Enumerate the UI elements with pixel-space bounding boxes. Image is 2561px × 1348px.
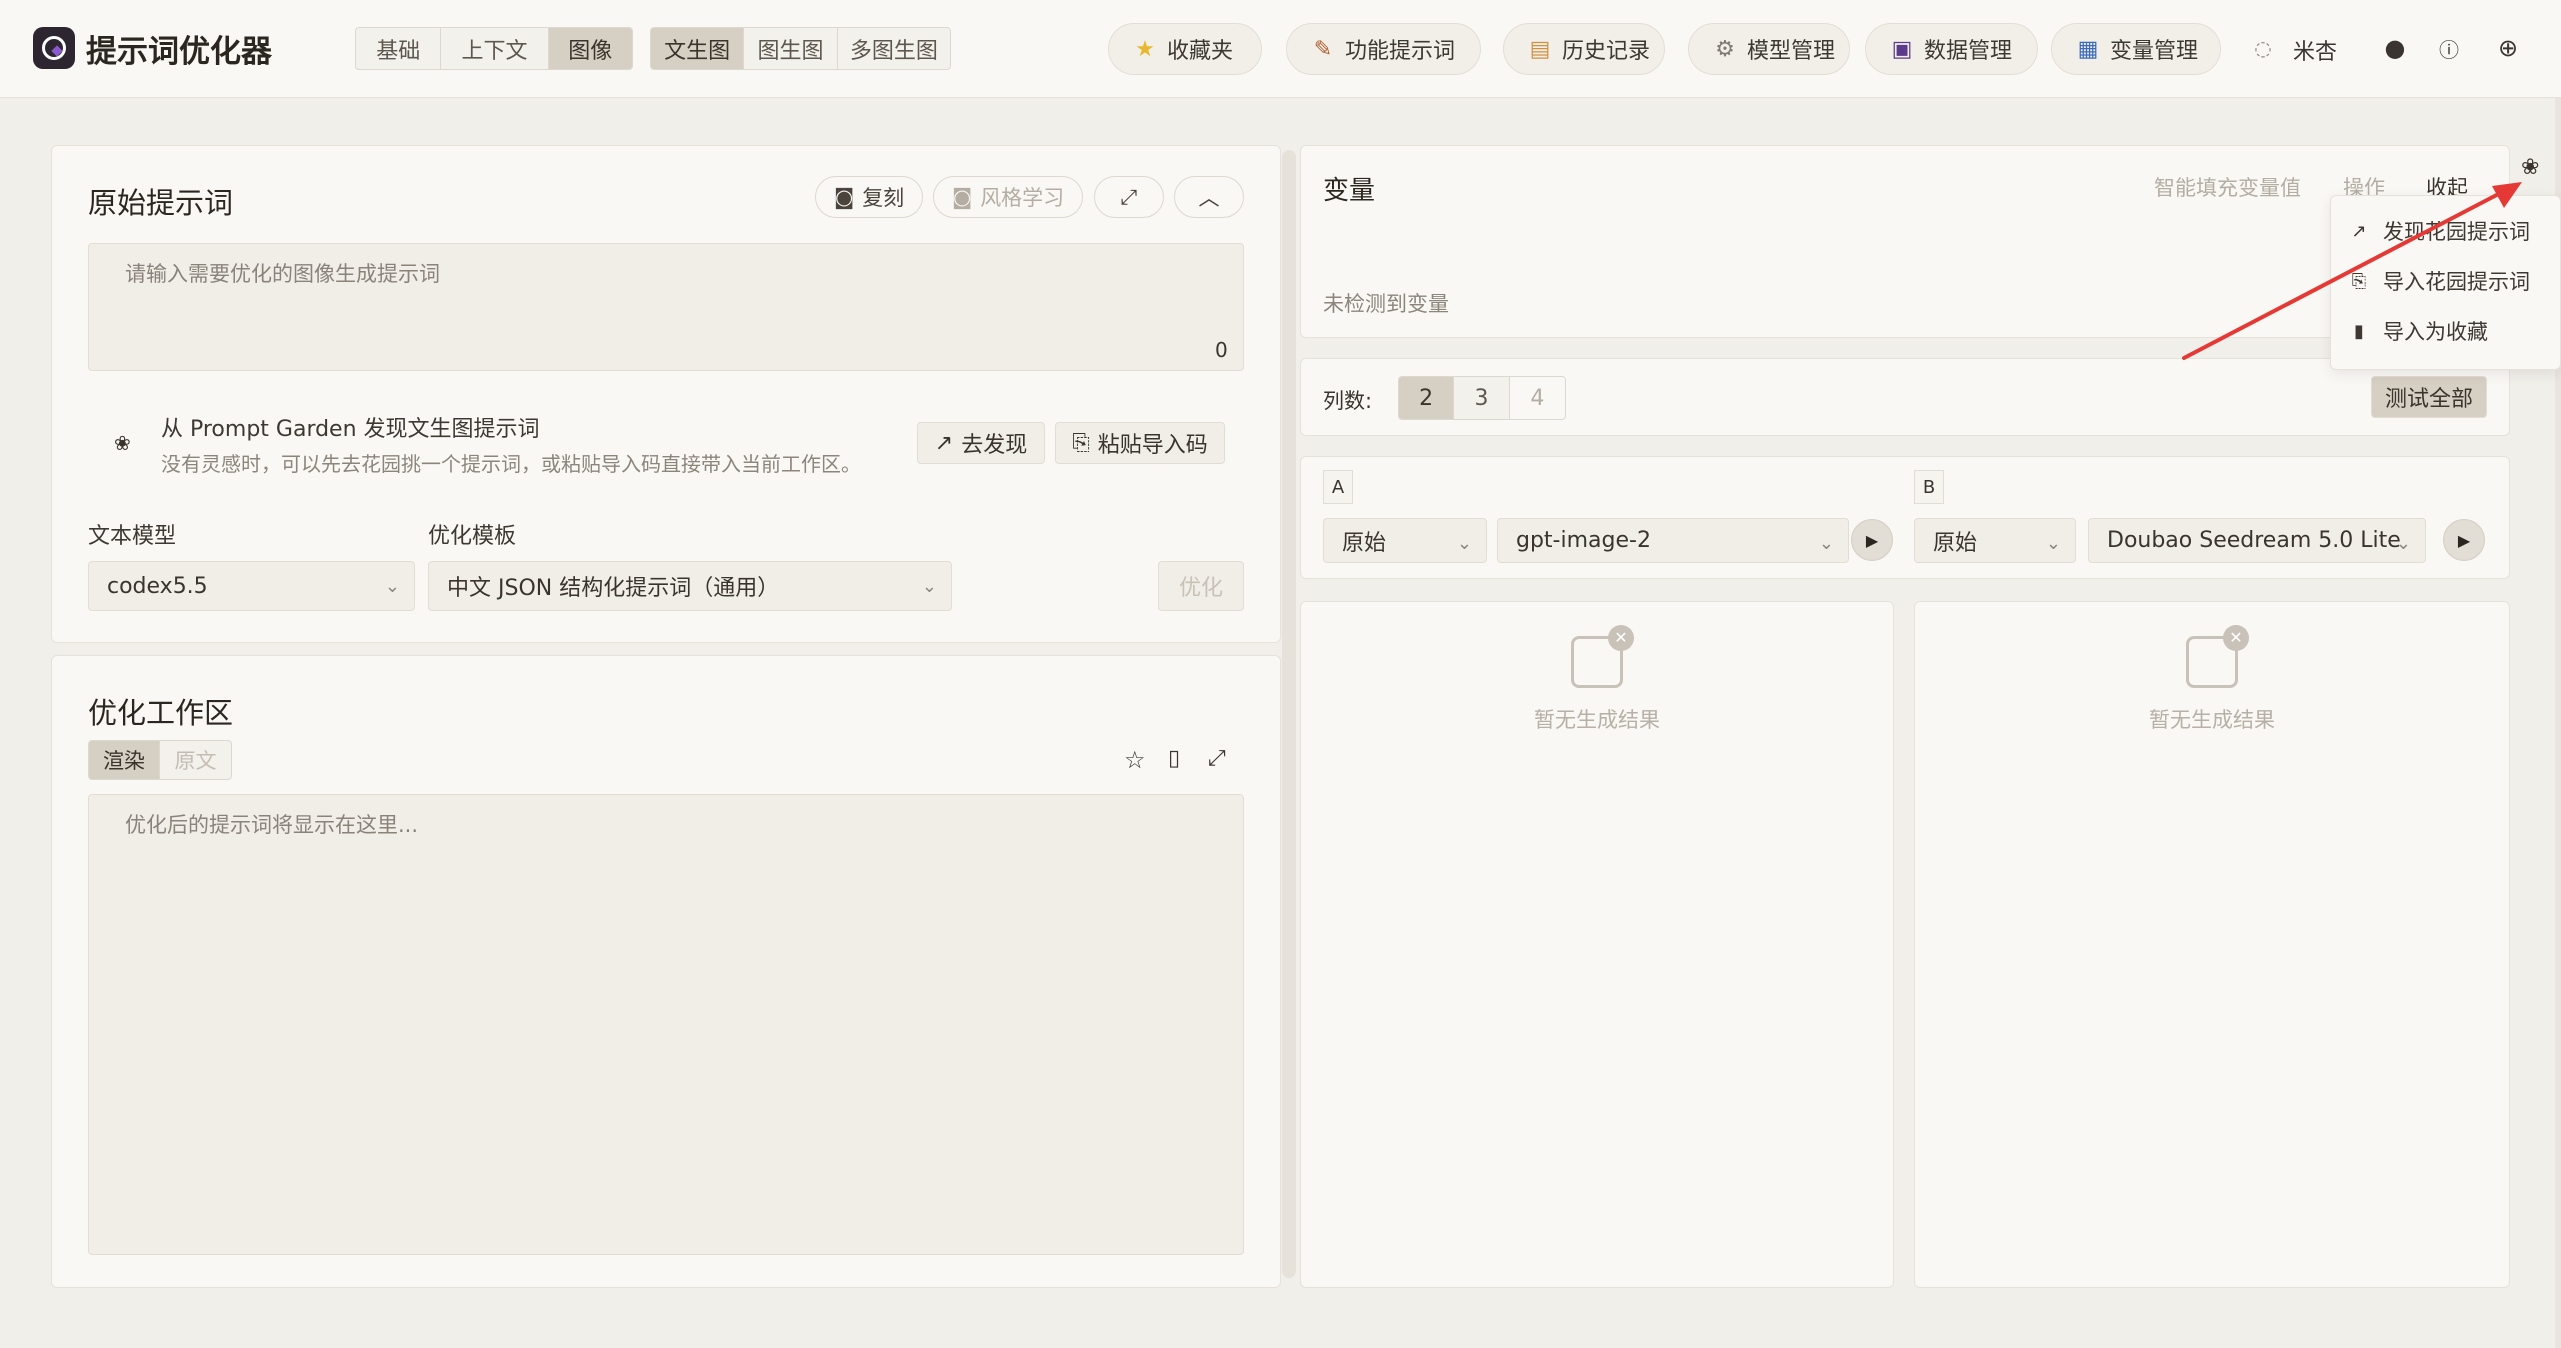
columns-option-3[interactable]: 3 [1454, 377, 1510, 419]
tab-basic[interactable]: 基础 [356, 28, 442, 69]
mode-tabs: 基础 上下文 图像 [355, 27, 633, 70]
chevron-down-icon: ⌄ [384, 576, 400, 597]
template-select[interactable]: 中文 JSON 结构化提示词（通用） ⌄ [428, 561, 952, 611]
floppy-icon: ▣ [1891, 36, 1913, 62]
empty-inbox-icon: ✕ [2186, 625, 2249, 688]
tab-raw[interactable]: 原文 [160, 741, 231, 779]
garden-title: 从 Prompt Garden 发现文生图提示词 [161, 417, 540, 442]
garden-description: 没有灵感时，可以先去花园挑一个提示词，或粘贴导入码直接带入当前工作区。 [161, 452, 861, 476]
optimize-button[interactable]: 优化 [1158, 561, 1244, 611]
expand-icon: ⤢ [1120, 184, 1138, 209]
gear-icon: ⚙ [1715, 36, 1735, 62]
tab-image-to-image[interactable]: 图生图 [744, 28, 838, 69]
original-prompt-title: 原始提示词 [88, 186, 234, 220]
columns-selector: 2 3 4 [1398, 376, 1566, 420]
data-management-button[interactable]: ▣ 数据管理 [1865, 23, 2038, 75]
image-mode-tabs: 文生图 图生图 多图生图 [650, 27, 951, 70]
history-button[interactable]: ▤ 历史记录 [1503, 23, 1665, 75]
chevron-down-icon: ⌄ [1818, 533, 1834, 554]
app-title: 提示词优化器 [86, 34, 272, 70]
copy-icon[interactable]: ▯ [1168, 746, 1180, 771]
chevron-down-icon: ⌄ [1456, 533, 1472, 554]
annotation-arrow [2182, 182, 2522, 360]
columns-label: 列数: [1323, 389, 1373, 413]
style-learn-button[interactable]: ◙ 风格学习 [933, 176, 1083, 218]
empty-inbox-icon: ✕ [1571, 625, 1634, 688]
camera-icon: ◙ [951, 185, 973, 209]
play-icon: ▶ [2457, 530, 2471, 550]
template-label: 优化模板 [428, 524, 517, 549]
slot-b-model-select[interactable]: Doubao Seedream 5.0 Lite ⌄ [2088, 518, 2426, 563]
loading-icon: ◌ [2254, 36, 2272, 60]
tab-context[interactable]: 上下文 [441, 28, 549, 69]
github-icon[interactable]: ● [2381, 34, 2409, 62]
tab-text-to-image[interactable]: 文生图 [651, 28, 745, 69]
chevron-up-icon: ︿ [1198, 186, 1220, 210]
external-link-icon: ↗ [934, 430, 954, 456]
favorites-button[interactable]: ★ 收藏夹 [1108, 23, 1262, 75]
paste-import-button[interactable]: ⎘ 粘贴导入码 [1055, 422, 1225, 464]
char-count: 0 [1215, 338, 1228, 362]
function-prompts-button[interactable]: ✎ 功能提示词 [1286, 23, 1481, 75]
slot-a-tag: A [1323, 470, 1353, 504]
slot-a-mode-select[interactable]: 原始 ⌄ [1323, 518, 1487, 563]
play-icon: ▶ [1865, 530, 1879, 550]
original-prompt-input[interactable]: 请输入需要优化的图像生成提示词 [88, 243, 1244, 371]
slot-a-model-select[interactable]: gpt-image-2 ⌄ [1497, 518, 1849, 563]
slot-b-run-button[interactable]: ▶ [2443, 519, 2485, 561]
variable-management-button[interactable]: ▦ 变量管理 [2051, 23, 2221, 75]
workspace-view-tabs: 渲染 原文 [88, 740, 232, 780]
test-all-button[interactable]: 测试全部 [2371, 376, 2487, 418]
columns-option-2[interactable]: 2 [1399, 377, 1455, 419]
scroll-icon: ▤ [1529, 36, 1551, 62]
clipboard-icon: ⎘ [1072, 430, 1090, 456]
fullscreen-button[interactable]: ⤢ [1094, 176, 1164, 218]
tab-multi-image[interactable]: 多图生图 [838, 28, 950, 69]
app-logo [33, 27, 75, 69]
copy-button[interactable]: ◙ 复刻 [815, 176, 923, 218]
text-model-select[interactable]: codex5.5 ⌄ [88, 561, 415, 611]
collapse-button[interactable]: ︿ [1174, 176, 1244, 218]
text-model-label: 文本模型 [88, 524, 177, 549]
variables-title: 变量 [1323, 176, 1376, 206]
slot-b-mode-select[interactable]: 原始 ⌄ [1914, 518, 2076, 563]
chevron-down-icon: ⌄ [921, 576, 937, 597]
pencil-icon: ✎ [1313, 36, 1333, 62]
user-name[interactable]: 米杏 [2293, 34, 2337, 66]
camera-icon: ◙ [833, 185, 855, 209]
info-icon[interactable]: ⓘ [2435, 34, 2463, 62]
top-header: 提示词优化器 基础 上下文 图像 文生图 图生图 多图生图 ★ 收藏夹 ✎ 功能提示… [0, 0, 2561, 98]
no-variables-text: 未检测到变量 [1323, 292, 1449, 316]
tab-image[interactable]: 图像 [548, 28, 632, 69]
chevron-down-icon: ⌄ [2395, 533, 2411, 554]
tab-render[interactable]: 渲染 [89, 741, 160, 779]
workspace-title: 优化工作区 [88, 696, 234, 730]
expand-icon[interactable]: ⤢ [1208, 746, 1226, 771]
variable-icon: ▦ [2077, 36, 2099, 62]
empty-result-a: ✕ 暂无生成结果 [1300, 625, 1894, 734]
slot-b-tag: B [1914, 470, 1944, 504]
slot-a-run-button[interactable]: ▶ [1851, 519, 1893, 561]
model-management-button[interactable]: ⚙ 模型管理 [1688, 23, 1850, 75]
favorite-star-icon[interactable]: ☆ [1124, 746, 1146, 774]
globe-icon[interactable]: ⊕ [2494, 34, 2522, 62]
columns-option-4[interactable]: 4 [1509, 377, 1565, 419]
star-icon: ★ [1135, 36, 1155, 62]
optimized-output[interactable]: 优化后的提示词将显示在这里... [88, 794, 1244, 1255]
panel-splitter[interactable] [1282, 150, 1296, 1278]
empty-result-b: ✕ 暂无生成结果 [1914, 625, 2510, 734]
discover-button[interactable]: ↗ 去发现 [917, 422, 1045, 464]
lotus-icon: ❀ [114, 431, 131, 455]
chevron-down-icon: ⌄ [2045, 533, 2061, 554]
